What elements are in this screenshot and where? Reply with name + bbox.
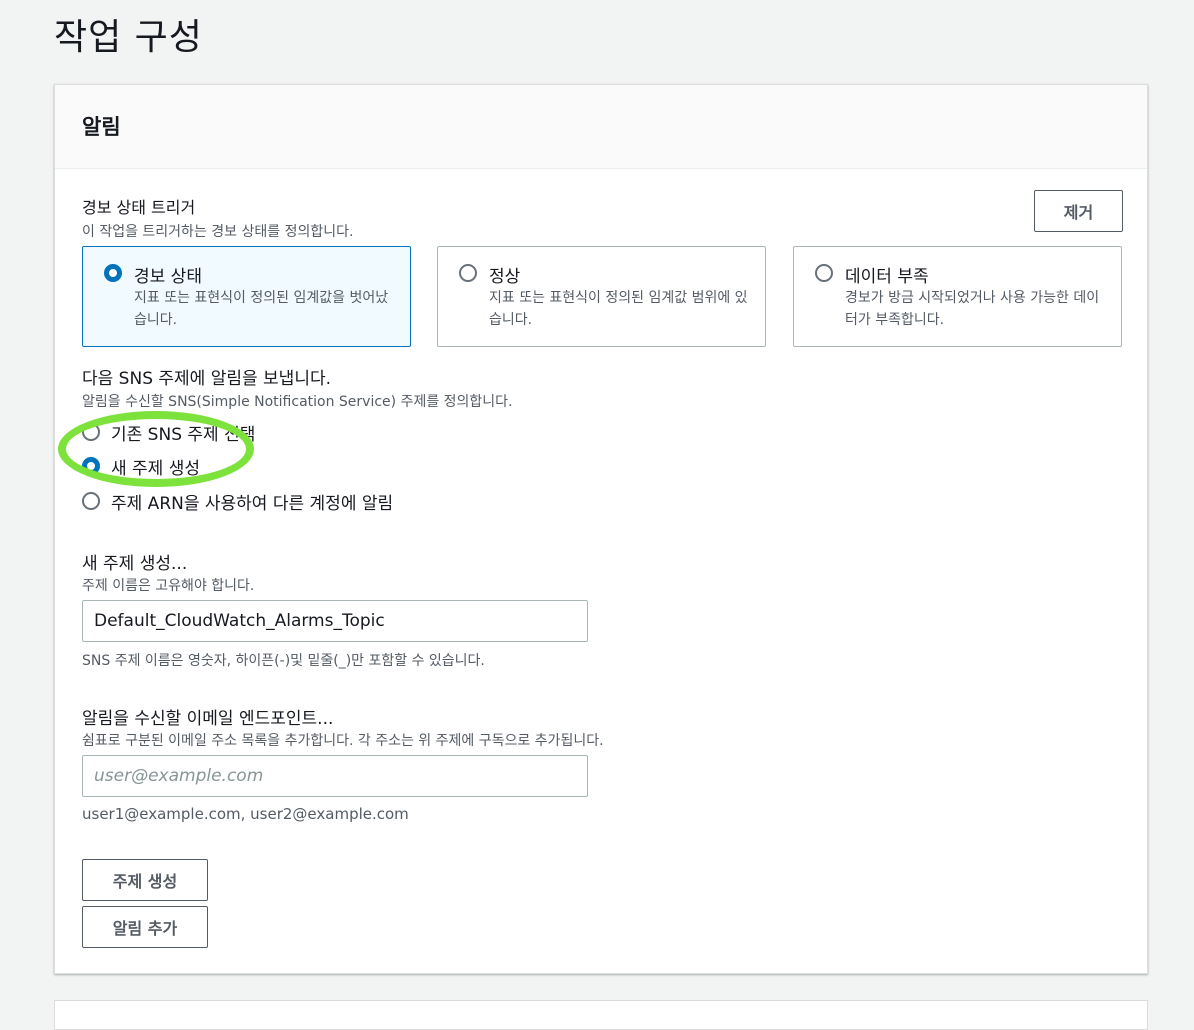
next-panel [54, 1000, 1148, 1030]
remove-button[interactable]: 제거 [1034, 190, 1123, 232]
panel-header: 알림 [55, 85, 1147, 169]
sns-label: 다음 SNS 주제에 알림을 보냅니다. [82, 369, 331, 389]
tile-alarm-state[interactable]: 경보 상태 지표 또는 표현식이 정의된 임계값을 벗어났습니다. [82, 246, 411, 347]
tile-description: 지표 또는 표현식이 정의된 임계값을 벗어났습니다. [134, 290, 389, 328]
tile-title: 정상 [489, 267, 521, 287]
create-topic-button[interactable]: 주제 생성 [82, 859, 208, 901]
new-topic-label: 새 주제 생성... [82, 554, 188, 574]
option-label: 주제 ARN을 사용하여 다른 계정에 알림 [111, 494, 394, 514]
radio-alarm-state[interactable] [104, 264, 122, 282]
topic-name-constraint: SNS 주제 이름은 영숫자, 하이픈(-)및 밑줄(_)만 포함할 수 있습니… [82, 653, 485, 669]
add-notification-button[interactable]: 알림 추가 [82, 906, 208, 948]
radio-insufficient-data[interactable] [815, 264, 833, 282]
tile-title: 데이터 부족 [845, 267, 929, 287]
topic-name-input[interactable] [82, 600, 588, 642]
radio-new-topic[interactable] [82, 457, 100, 475]
radio-ok[interactable] [459, 264, 477, 282]
email-label: 알림을 수신할 이메일 엔드포인트... [82, 709, 334, 729]
tile-ok[interactable]: 정상 지표 또는 표현식이 정의된 임계값 범위에 있습니다. [437, 246, 766, 347]
notification-panel: 알림 경보 상태 트리거 이 작업을 트리거하는 경보 상태를 정의합니다. 제… [54, 84, 1148, 974]
tile-description: 지표 또는 표현식이 정의된 임계값 범위에 있습니다. [489, 290, 748, 328]
tile-insufficient-data[interactable]: 데이터 부족 경보가 방금 시작되었거나 사용 가능한 데이터가 부족합니다. [793, 246, 1122, 347]
option-label: 기존 SNS 주제 선택 [111, 425, 256, 445]
radio-topic-arn[interactable] [82, 492, 100, 510]
new-topic-description: 주제 이름은 고유해야 합니다. [82, 578, 255, 594]
tile-description: 경보가 방금 시작되었거나 사용 가능한 데이터가 부족합니다. [845, 290, 1100, 328]
trigger-label: 경보 상태 트리거 [82, 198, 196, 217]
panel-title: 알림 [82, 115, 121, 139]
page-title: 작업 구성 [54, 17, 203, 58]
tile-title: 경보 상태 [134, 267, 202, 287]
sns-description: 알림을 수신할 SNS(Simple Notification Service)… [82, 394, 513, 410]
email-hint: user1@example.com, user2@example.com [82, 805, 409, 823]
email-description: 쉼표로 구분된 이메일 주소 목록을 추가합니다. 각 주소는 위 주제에 구독… [82, 733, 604, 749]
option-label: 새 주제 생성 [111, 459, 201, 479]
trigger-description: 이 작업을 트리거하는 경보 상태를 정의합니다. [82, 224, 354, 240]
email-input[interactable] [82, 755, 588, 797]
radio-existing-topic[interactable] [82, 423, 100, 441]
